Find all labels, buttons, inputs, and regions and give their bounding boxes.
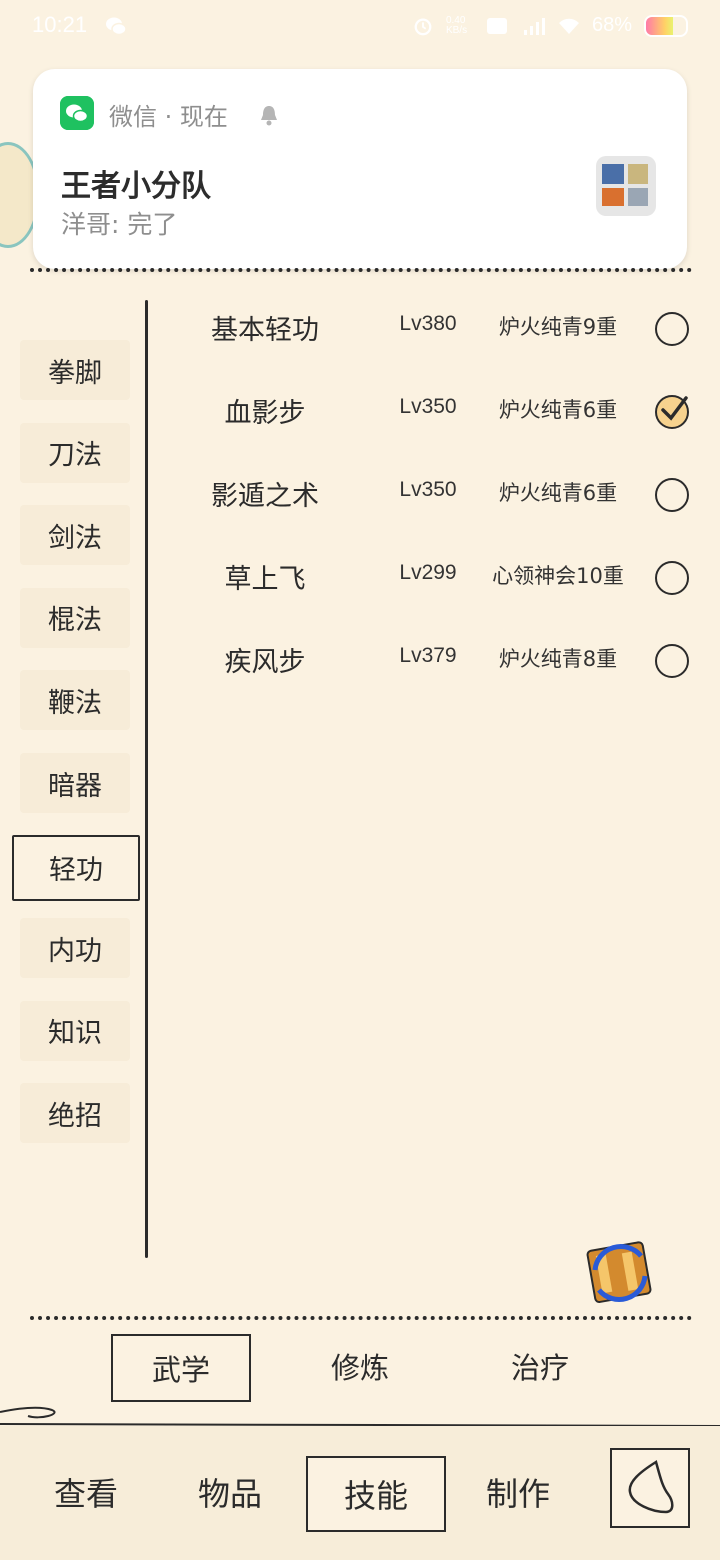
battery-percent: 68% xyxy=(591,14,632,36)
battery-fill xyxy=(646,16,674,35)
skill-row[interactable]: 血影步 Lv350 炉火纯青6重 xyxy=(160,381,700,441)
skill-row[interactable]: 影遁之术 Lv350 炉火纯青6重 xyxy=(160,464,700,524)
notification-title: 王者小分队 xyxy=(61,169,211,204)
wifi-icon xyxy=(558,18,579,34)
nav-tab[interactable]: 物品 xyxy=(162,1456,298,1528)
switch-scroll-icon[interactable] xyxy=(585,1240,655,1306)
sub-tab[interactable]: 治疗 xyxy=(472,1334,608,1398)
check-icon xyxy=(661,396,688,421)
sub-tab[interactable]: 修炼 xyxy=(292,1334,428,1398)
skill-progress: 炉火纯青6重 xyxy=(498,481,618,505)
skill-progress: 炉火纯青8重 xyxy=(498,647,618,671)
bell-icon xyxy=(261,106,277,126)
skill-checkbox[interactable] xyxy=(655,312,689,346)
skill-checkbox[interactable] xyxy=(655,478,689,512)
status-time: 10:21 xyxy=(32,12,88,37)
skill-progress: 炉火纯青6重 xyxy=(498,398,618,422)
nav-tab[interactable]: 制作 xyxy=(450,1456,586,1528)
category-tab[interactable]: 绝招 xyxy=(20,1083,130,1144)
category-tab[interactable]: 刀法 xyxy=(20,422,130,483)
skill-level: Lv380 xyxy=(399,312,457,335)
skill-checkbox-checked[interactable] xyxy=(655,395,689,429)
skill-progress: 心领神会10重 xyxy=(492,564,624,588)
4g-signal-icon xyxy=(523,17,545,35)
sub-tab[interactable]: 武学 xyxy=(111,1334,251,1402)
skill-level: Lv350 xyxy=(399,395,457,418)
skill-checkbox[interactable] xyxy=(655,561,689,595)
notification-message: 洋哥: 完了 xyxy=(61,210,178,239)
skill-progress: 炉火纯青9重 xyxy=(498,315,618,339)
wechat-notification[interactable]: 微信 · 现在 王者小分队 洋哥: 完了 xyxy=(33,69,687,269)
skill-level: Lv379 xyxy=(399,644,457,667)
back-arrow-icon xyxy=(628,1460,674,1514)
category-tab[interactable]: 鞭法 xyxy=(20,670,130,731)
status-icons: 0.40 KB/s 68% xyxy=(412,14,688,37)
category-tab[interactable]: 剑法 xyxy=(20,505,130,566)
top-dotted-divider xyxy=(30,268,692,272)
category-tab[interactable]: 棍法 xyxy=(20,587,130,648)
wechat-icon xyxy=(106,17,127,36)
skill-row[interactable]: 疾风步 Lv379 炉火纯青8重 xyxy=(160,630,700,690)
skill-name: 草上飞 xyxy=(224,564,306,595)
nav-tab[interactable]: 查看 xyxy=(18,1456,154,1528)
alarm-icon xyxy=(414,18,432,35)
category-tab[interactable]: 知识 xyxy=(20,1000,130,1061)
notification-app-name: 微信 · 现在 xyxy=(109,103,228,131)
nav-tab[interactable]: 技能 xyxy=(306,1456,446,1532)
category-tab[interactable]: 拳脚 xyxy=(20,340,130,400)
category-tab[interactable]: 内功 xyxy=(20,918,130,979)
skill-checkbox[interactable] xyxy=(655,644,689,678)
skill-row[interactable]: 草上飞 Lv299 心领神会10重 xyxy=(160,547,700,607)
bottom-dotted-divider xyxy=(30,1316,692,1320)
category-tab[interactable]: 轻功 xyxy=(12,834,140,901)
battery-icon xyxy=(644,14,688,37)
net-speed: 0.40 KB/s xyxy=(445,14,468,36)
skill-name: 血影步 xyxy=(224,398,306,429)
skill-level: Lv350 xyxy=(399,478,457,501)
back-button[interactable] xyxy=(610,1448,690,1528)
skill-name: 基本轻功 xyxy=(211,315,319,346)
wechat-app-icon xyxy=(60,96,94,130)
hd-icon xyxy=(486,17,507,34)
status-bar: 10:21 0.40 KB/s 68% xyxy=(0,0,720,56)
skill-name: 疾风步 xyxy=(224,647,306,678)
bottom-nav: 查看 物品 技能 制作 xyxy=(0,1426,720,1560)
skill-row[interactable]: 基本轻功 Lv380 炉火纯青9重 xyxy=(160,298,700,358)
skill-name: 影遁之术 xyxy=(211,481,319,512)
skill-level: Lv299 xyxy=(399,561,457,584)
group-avatar xyxy=(596,156,656,216)
category-tab[interactable]: 暗器 xyxy=(20,753,130,813)
category-divider xyxy=(145,300,148,1258)
